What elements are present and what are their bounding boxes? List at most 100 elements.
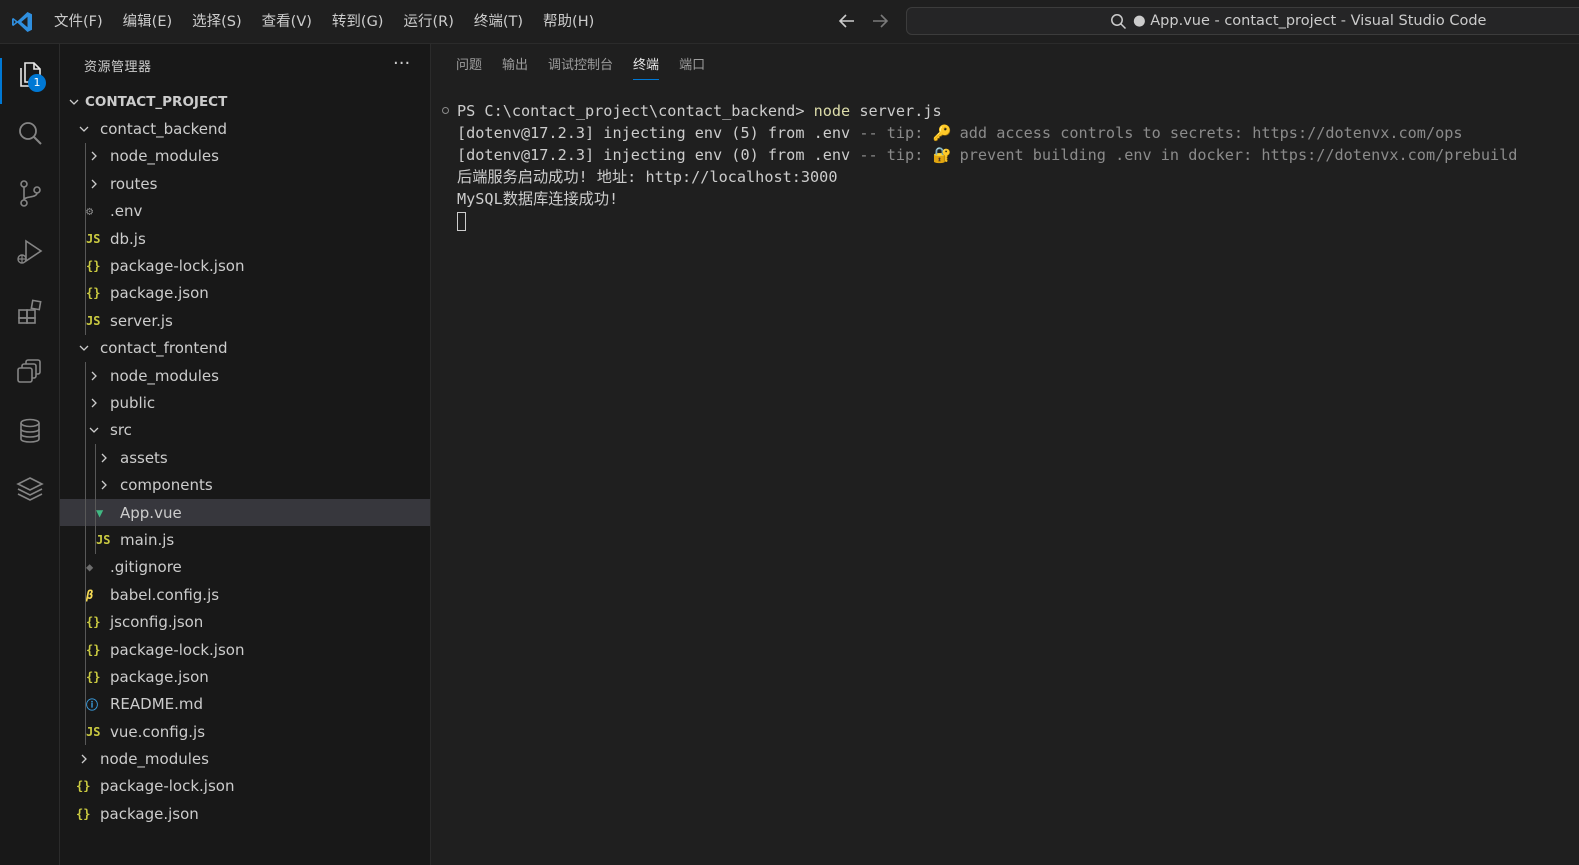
command-center[interactable]: ● App.vue - contact_project - Visual Stu…	[906, 7, 1579, 35]
tree-folder-row[interactable]: public	[60, 389, 430, 417]
tree-file-row[interactable]: JS vue.config.js	[60, 717, 430, 746]
indent-guide	[85, 663, 86, 691]
tree-folder-row[interactable]: node_modules	[60, 142, 430, 171]
tree-item-label: main.js	[120, 530, 175, 549]
explorer-badge: 1	[28, 74, 46, 92]
tree-folder-row[interactable]: node_modules	[60, 745, 430, 772]
tree-file-row[interactable]: ⓘ README.md	[60, 690, 430, 718]
chevron-down-icon	[86, 422, 102, 438]
tree-file-row[interactable]: JS main.js	[60, 526, 430, 554]
json-file-icon: {}	[86, 669, 101, 684]
json-file-icon: {}	[76, 779, 91, 794]
tree-file-row[interactable]: JS db.js	[60, 224, 430, 253]
tree-folder-row[interactable]: components	[60, 471, 430, 499]
chevron-right-icon	[86, 176, 102, 192]
tree-item-label: routes	[110, 174, 158, 193]
server-started-message: 后端服务启动成功! 地址: http://localhost:3000	[457, 168, 838, 186]
menu-file[interactable]: 文件(F)	[44, 0, 113, 44]
indent-guide	[85, 690, 86, 718]
tree-file-row[interactable]: {} package.json	[60, 663, 430, 691]
tree-folder-row[interactable]: assets	[60, 444, 430, 472]
menu-terminal[interactable]: 终端(T)	[464, 0, 533, 44]
run-debug-icon[interactable]	[15, 237, 45, 267]
source-control-icon[interactable]	[15, 178, 45, 208]
arrow-right-icon[interactable]	[869, 10, 891, 32]
tree-folder-row[interactable]: src	[60, 416, 430, 445]
tree-file-row[interactable]: {} package.json	[60, 800, 430, 827]
window-title: ● App.vue - contact_project - Visual Stu…	[1133, 13, 1487, 29]
tree-folder-row[interactable]: routes	[60, 170, 430, 198]
file-tree: CONTACT_PROJECT contact_backend node_modu…	[60, 88, 430, 828]
extensions-icon[interactable]	[15, 297, 45, 327]
menu-run[interactable]: 运行(R)	[393, 0, 463, 44]
command-decoration-icon[interactable]	[442, 107, 449, 114]
tree-item-label: package.json	[100, 804, 199, 823]
tip-text: prevent building .env in docker: https:/…	[950, 146, 1518, 164]
database-icon[interactable]	[15, 416, 45, 446]
terminal-line: MySQL数据库连接成功!	[442, 188, 1572, 210]
chevron-down-icon	[66, 94, 82, 110]
tab-terminal[interactable]: 终端	[633, 44, 660, 88]
menu-help[interactable]: 帮助(H)	[533, 0, 604, 44]
indent-guide	[95, 498, 96, 527]
menu-view[interactable]: 查看(V)	[252, 0, 322, 44]
terminal-output[interactable]: PS C:\contact_project\contact_backend> n…	[442, 100, 1572, 232]
tree-file-row[interactable]: {} package-lock.json	[60, 773, 430, 800]
tree-file-row[interactable]: ▼ App.vue	[60, 498, 430, 527]
terminal-prompt: PS C:\contact_project\contact_backend>	[457, 102, 814, 120]
tree-item-label: README.md	[110, 695, 204, 714]
tree-file-row[interactable]: {} package-lock.json	[60, 252, 430, 280]
tree-item-label: package.json	[110, 667, 209, 686]
explorer-title: 资源管理器	[84, 60, 152, 75]
indent-guide	[95, 526, 96, 554]
tip-label: -- tip:	[850, 124, 933, 142]
tree-file-row[interactable]: β babel.config.js	[60, 581, 430, 609]
indent-guide	[85, 717, 86, 746]
terminal-line: 后端服务启动成功! 地址: http://localhost:3000	[442, 166, 1572, 188]
tree-item-label: components	[120, 476, 213, 495]
command-name: node	[813, 102, 851, 120]
remote-explorer-icon[interactable]	[15, 356, 45, 386]
search-icon[interactable]	[15, 118, 45, 148]
indent-guide	[85, 307, 86, 335]
json-file-icon: {}	[86, 259, 101, 274]
tree-root[interactable]: CONTACT_PROJECT	[60, 88, 430, 115]
tree-item-label: node_modules	[110, 147, 219, 166]
tree-item-label: package-lock.json	[100, 777, 235, 796]
tree-item-label: server.js	[110, 311, 173, 330]
menu-edit[interactable]: 编辑(E)	[113, 0, 182, 44]
menu-selection[interactable]: 选择(S)	[182, 0, 252, 44]
tree-file-row[interactable]: {} package.json	[60, 279, 430, 308]
tab-output[interactable]: 输出	[502, 44, 528, 88]
tree-file-row[interactable]: {} jsconfig.json	[60, 608, 430, 636]
activity-bar: 1	[0, 44, 60, 865]
tree-folder-row[interactable]: contact_backend	[60, 115, 430, 142]
indent-guide	[85, 471, 86, 499]
menu-go[interactable]: 转到(G)	[322, 0, 394, 44]
indent-guide	[85, 498, 86, 527]
tree-file-row[interactable]: JS server.js	[60, 307, 430, 335]
tree-file-row[interactable]: ⚙ .env	[60, 197, 430, 225]
git-file-icon: ◆	[86, 560, 94, 575]
terminal-panel: 问题 输出 调试控制台 终端 端口 PS C:\contact_project\…	[432, 44, 1579, 865]
indent-guide	[85, 279, 86, 308]
chevron-right-icon	[86, 368, 102, 384]
more-actions-icon[interactable]: ···	[393, 54, 410, 74]
title-bar: 文件(F) 编辑(E) 选择(S) 查看(V) 转到(G) 运行(R) 终端(T…	[0, 0, 1579, 44]
command-args: server.js	[850, 102, 942, 120]
tree-file-row[interactable]: ◆ .gitignore	[60, 553, 430, 582]
arrow-left-icon[interactable]	[836, 10, 858, 32]
tree-item-label: src	[110, 421, 132, 440]
tab-problems[interactable]: 问题	[456, 44, 482, 88]
tree-folder-row[interactable]: contact_frontend	[60, 335, 430, 362]
indent-guide	[85, 389, 86, 417]
tree-folder-row[interactable]: node_modules	[60, 361, 430, 390]
indent-guide	[85, 581, 86, 609]
js-file-icon: JS	[86, 724, 101, 739]
tree-item-label: jsconfig.json	[110, 613, 204, 632]
layers-icon[interactable]	[15, 474, 45, 504]
tree-file-row[interactable]: {} package-lock.json	[60, 635, 430, 664]
tab-debug-console[interactable]: 调试控制台	[548, 44, 613, 88]
tree-item-label: node_modules	[110, 366, 219, 385]
tab-ports[interactable]: 端口	[679, 44, 705, 88]
